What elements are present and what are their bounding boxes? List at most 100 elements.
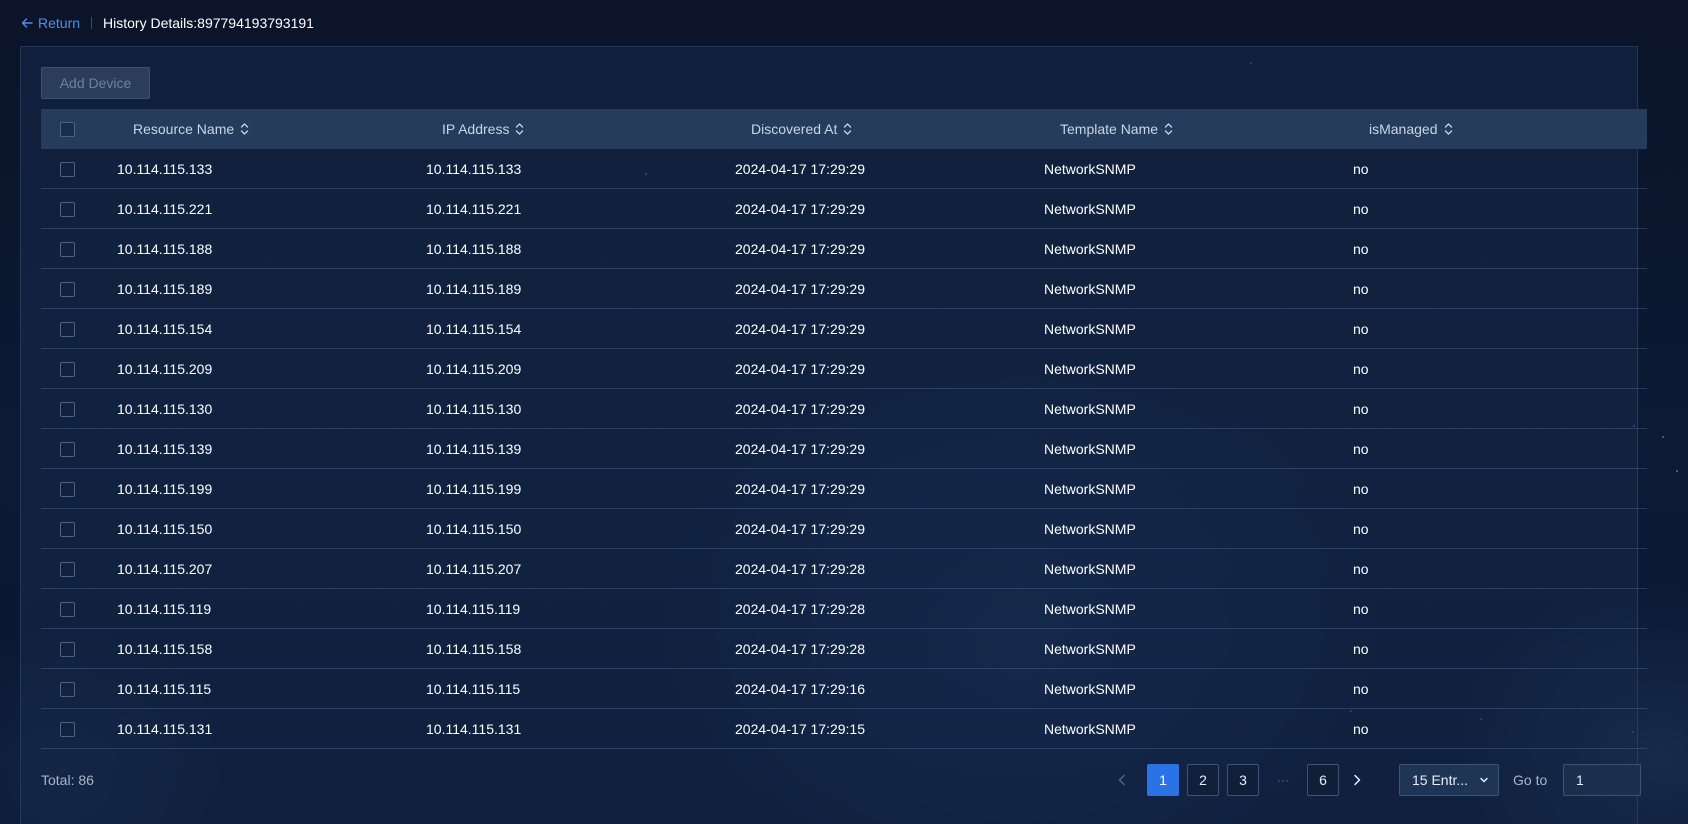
row-checkbox[interactable]: [60, 682, 75, 697]
row-checkbox[interactable]: [60, 202, 75, 217]
cell-discovered-at: 2024-04-17 17:29:29: [735, 321, 865, 337]
page-button-3[interactable]: 3: [1227, 764, 1259, 796]
page-size-select[interactable]: 15 Entr...: [1399, 764, 1499, 796]
cell-template-name: NetworkSNMP: [1044, 641, 1136, 657]
cell-is-managed: no: [1353, 441, 1369, 457]
column-header-template-name[interactable]: Template Name: [1060, 109, 1173, 149]
row-checkbox[interactable]: [60, 522, 75, 537]
row-checkbox[interactable]: [60, 562, 75, 577]
table-row[interactable]: 10.114.115.154 10.114.115.154 2024-04-17 1…: [41, 309, 1647, 349]
sort-icon[interactable]: [240, 122, 249, 136]
row-checkbox[interactable]: [60, 482, 75, 497]
add-device-button[interactable]: Add Device: [41, 67, 150, 99]
cell-discovered-at: 2024-04-17 17:29:28: [735, 561, 865, 577]
goto-page-input[interactable]: [1563, 764, 1641, 796]
cell-resource-name: 10.114.115.199: [117, 481, 213, 497]
chevron-right-icon: [1354, 774, 1361, 786]
prev-page-button[interactable]: [1112, 764, 1132, 796]
table-row[interactable]: 10.114.115.150 10.114.115.150 2024-04-17 1…: [41, 509, 1647, 549]
cell-template-name: NetworkSNMP: [1044, 601, 1136, 617]
arrow-left-icon: [21, 18, 33, 28]
table-row[interactable]: 10.114.115.207 10.114.115.207 2024-04-17 1…: [41, 549, 1647, 589]
goto-label: Go to: [1513, 772, 1548, 788]
cell-ip-address: 10.114.115.133: [426, 161, 522, 177]
sort-icon[interactable]: [1444, 122, 1453, 136]
cell-is-managed: no: [1353, 601, 1369, 617]
page-size-value: 15 Entr...: [1412, 772, 1469, 788]
table-row[interactable]: 10.114.115.199 10.114.115.199 2024-04-17 1…: [41, 469, 1647, 509]
cell-resource-name: 10.114.115.158: [117, 641, 213, 657]
table-row[interactable]: 10.114.115.209 10.114.115.209 2024-04-17 1…: [41, 349, 1647, 389]
page-button-2[interactable]: 2: [1187, 764, 1219, 796]
row-checkbox[interactable]: [60, 642, 75, 657]
row-checkbox[interactable]: [60, 602, 75, 617]
column-label: Discovered At: [751, 121, 838, 137]
row-checkbox[interactable]: [60, 722, 75, 737]
device-table: Resource Name IP Address Discovered At T…: [41, 109, 1647, 749]
column-header-is-managed[interactable]: isManaged: [1369, 109, 1453, 149]
column-label: isManaged: [1369, 121, 1438, 137]
cell-discovered-at: 2024-04-17 17:29:16: [735, 681, 865, 697]
chevron-down-icon: [1480, 777, 1488, 783]
table-row[interactable]: 10.114.115.119 10.114.115.119 2024-04-17 1…: [41, 589, 1647, 629]
cell-discovered-at: 2024-04-17 17:29:29: [735, 361, 865, 377]
cell-resource-name: 10.114.115.131: [117, 721, 213, 737]
cell-is-managed: no: [1353, 681, 1369, 697]
row-checkbox[interactable]: [60, 162, 75, 177]
table-row[interactable]: 10.114.115.131 10.114.115.131 2024-04-17 1…: [41, 709, 1647, 749]
row-checkbox[interactable]: [60, 282, 75, 297]
column-header-resource-name[interactable]: Resource Name: [133, 109, 249, 149]
row-checkbox[interactable]: [60, 442, 75, 457]
cell-template-name: NetworkSNMP: [1044, 161, 1136, 177]
total-count: Total: 86: [41, 772, 94, 788]
table-row[interactable]: 10.114.115.115 10.114.115.115 2024-04-17 1…: [41, 669, 1647, 709]
column-header-discovered-at[interactable]: Discovered At: [751, 109, 852, 149]
page-button-6[interactable]: 6: [1307, 764, 1339, 796]
return-label: Return: [38, 15, 81, 31]
cell-template-name: NetworkSNMP: [1044, 441, 1136, 457]
cell-discovered-at: 2024-04-17 17:29:29: [735, 161, 865, 177]
table-row[interactable]: 10.114.115.189 10.114.115.189 2024-04-17 1…: [41, 269, 1647, 309]
cell-resource-name: 10.114.115.188: [117, 241, 213, 257]
cell-discovered-at: 2024-04-17 17:29:15: [735, 721, 865, 737]
star: [1676, 470, 1678, 472]
sort-icon[interactable]: [843, 122, 852, 136]
table-row[interactable]: 10.114.115.130 10.114.115.130 2024-04-17 1…: [41, 389, 1647, 429]
star: [1662, 436, 1664, 438]
page-ellipsis[interactable]: ···: [1267, 764, 1299, 796]
return-link[interactable]: Return: [20, 15, 80, 31]
cell-resource-name: 10.114.115.119: [117, 601, 212, 617]
row-checkbox[interactable]: [60, 362, 75, 377]
cell-template-name: NetworkSNMP: [1044, 681, 1136, 697]
table-row[interactable]: 10.114.115.139 10.114.115.139 2024-04-17 1…: [41, 429, 1647, 469]
row-checkbox[interactable]: [60, 402, 75, 417]
column-label: IP Address: [442, 121, 510, 137]
table-row[interactable]: 10.114.115.133 10.114.115.133 2024-04-17 1…: [41, 149, 1647, 189]
cell-ip-address: 10.114.115.188: [426, 241, 522, 257]
cell-template-name: NetworkSNMP: [1044, 361, 1136, 377]
row-checkbox[interactable]: [60, 322, 75, 337]
cell-is-managed: no: [1353, 201, 1369, 217]
cell-is-managed: no: [1353, 521, 1369, 537]
table-row[interactable]: 10.114.115.188 10.114.115.188 2024-04-17 1…: [41, 229, 1647, 269]
cell-template-name: NetworkSNMP: [1044, 321, 1136, 337]
cell-ip-address: 10.114.115.130: [426, 401, 522, 417]
chevron-left-icon: [1118, 774, 1125, 786]
select-all-checkbox[interactable]: [60, 122, 75, 137]
table-row[interactable]: 10.114.115.221 10.114.115.221 2024-04-17 1…: [41, 189, 1647, 229]
row-checkbox[interactable]: [60, 242, 75, 257]
table-row[interactable]: 10.114.115.158 10.114.115.158 2024-04-17 1…: [41, 629, 1647, 669]
column-header-ip-address[interactable]: IP Address: [442, 109, 524, 149]
cell-ip-address: 10.114.115.209: [426, 361, 522, 377]
next-page-button[interactable]: [1347, 764, 1367, 796]
cell-ip-address: 10.114.115.154: [426, 321, 522, 337]
content-panel: Add Device Resource Name IP Address Disc…: [20, 46, 1647, 824]
cell-discovered-at: 2024-04-17 17:29:29: [735, 441, 865, 457]
table-header: Resource Name IP Address Discovered At T…: [41, 109, 1647, 149]
page-button-1[interactable]: 1: [1147, 764, 1179, 796]
table-body: 10.114.115.133 10.114.115.133 2024-04-17 1…: [41, 149, 1647, 749]
sort-icon[interactable]: [1164, 122, 1173, 136]
cell-template-name: NetworkSNMP: [1044, 401, 1136, 417]
sort-icon[interactable]: [515, 122, 524, 136]
cell-discovered-at: 2024-04-17 17:29:29: [735, 521, 865, 537]
